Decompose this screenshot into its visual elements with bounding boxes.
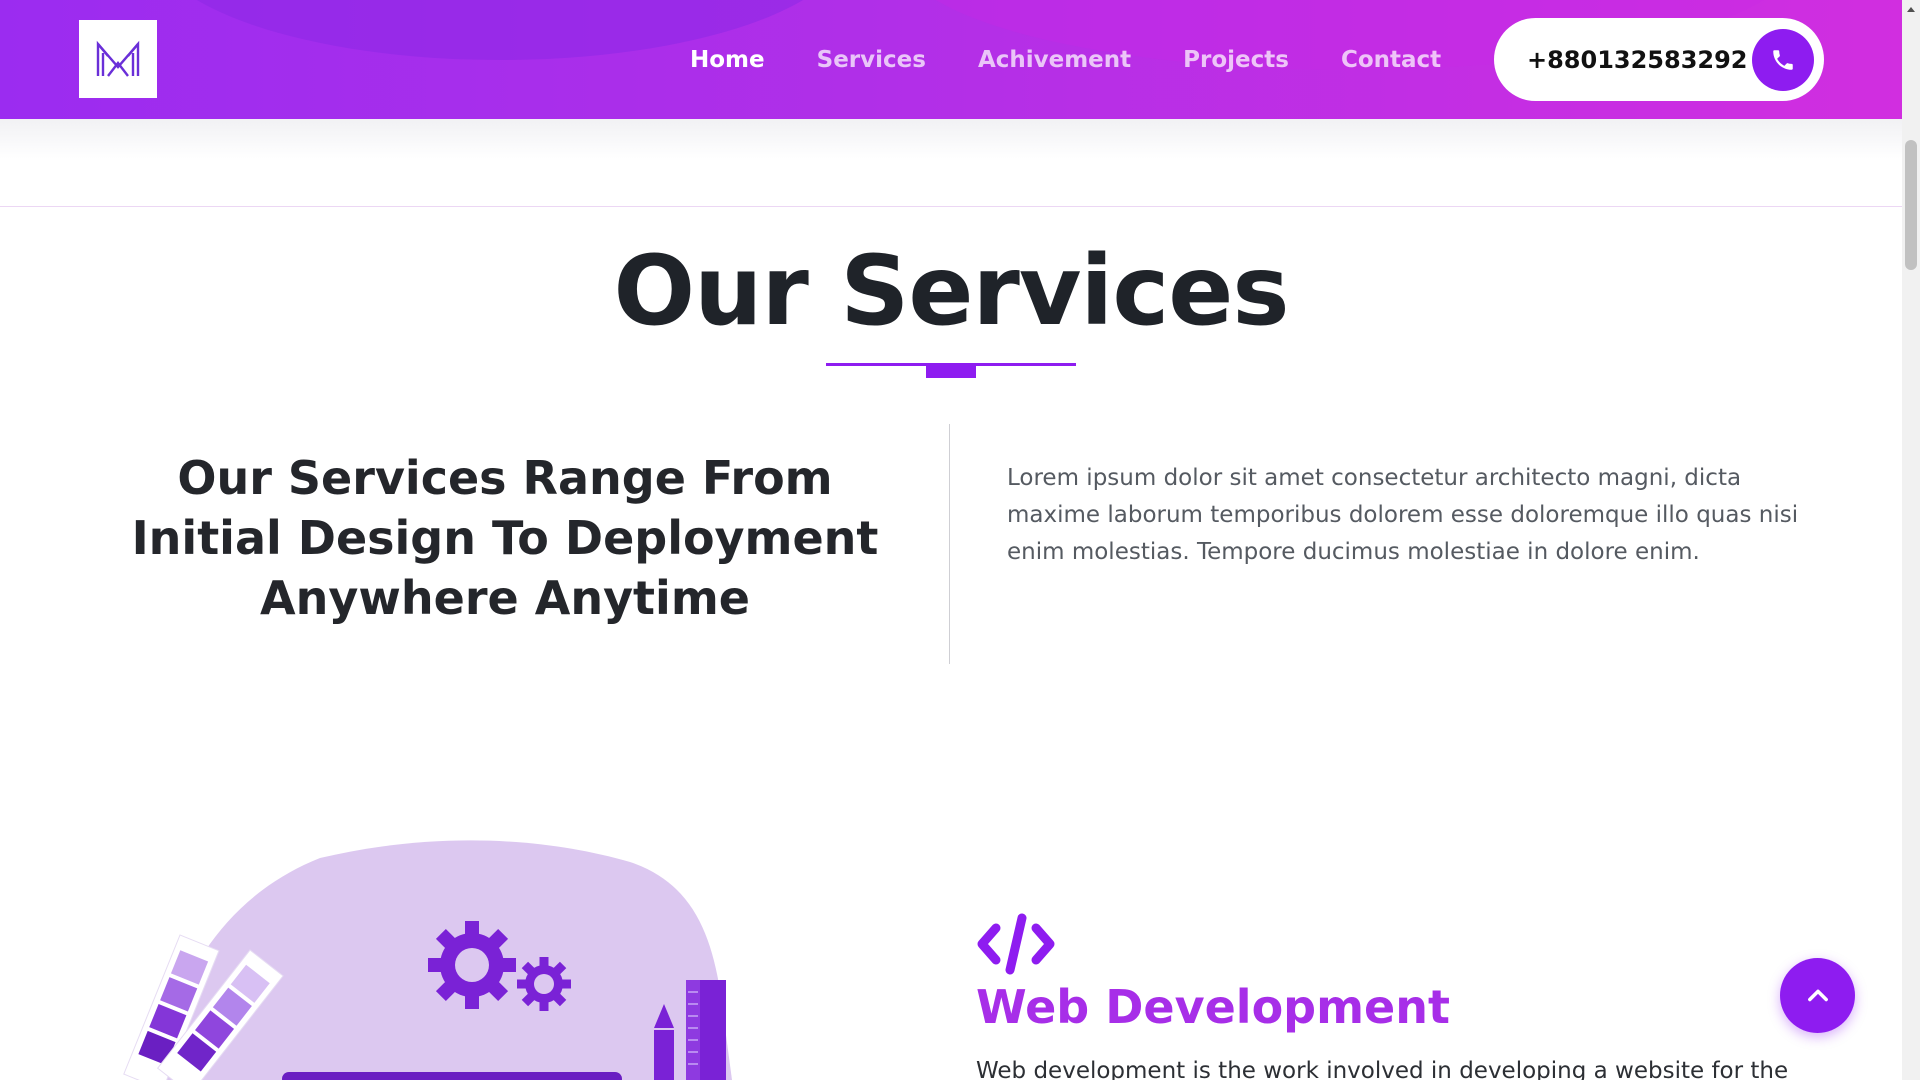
service-description: Web development is the work involved in …	[976, 1058, 1789, 1080]
services-intro-heading: Our Services Range From Initial Design T…	[131, 451, 879, 625]
vertical-separator	[949, 424, 950, 664]
phone-call-button[interactable]	[1752, 29, 1814, 91]
section-title: Our Services	[613, 235, 1290, 347]
scroll-to-top-button[interactable]	[1780, 958, 1855, 1033]
service-title: Web Development	[976, 980, 1450, 1034]
nav-achivement[interactable]: Achivement	[978, 47, 1131, 73]
logo-link[interactable]	[79, 20, 157, 98]
phone-icon	[1773, 50, 1793, 70]
site-header: Home Services Achivement Projects Contac…	[0, 0, 1902, 119]
scrollbar-thumb[interactable]	[1905, 140, 1917, 270]
logo-m-icon	[96, 40, 140, 77]
services-intro-text: Lorem ipsum dolor sit amet consectetur a…	[1007, 465, 1799, 565]
nav-projects[interactable]: Projects	[1183, 47, 1289, 73]
gear-icon	[517, 957, 571, 1011]
nav-contact[interactable]: Contact	[1341, 47, 1441, 73]
phone-contact-pill[interactable]: +880132583292	[1494, 18, 1824, 101]
main-nav: Home Services Achivement Projects Contac…	[690, 0, 1493, 119]
nav-services[interactable]: Services	[817, 47, 926, 73]
chevron-up-icon	[1807, 989, 1828, 1001]
section-divider	[0, 206, 1902, 207]
ruler-icon	[686, 980, 726, 1080]
gear-icon	[428, 921, 516, 1009]
header-shadow	[0, 119, 1902, 159]
phone-number[interactable]: +880132583292	[1527, 46, 1748, 74]
monitor-frame	[282, 1072, 622, 1080]
title-underline-accent	[926, 365, 976, 378]
page-scrollbar[interactable]	[1902, 0, 1920, 1080]
web-development-illustration	[123, 840, 732, 1080]
nav-home[interactable]: Home	[690, 47, 765, 73]
code-icon	[977, 913, 1055, 975]
scroll-up-arrow-icon[interactable]	[1902, 0, 1920, 17]
